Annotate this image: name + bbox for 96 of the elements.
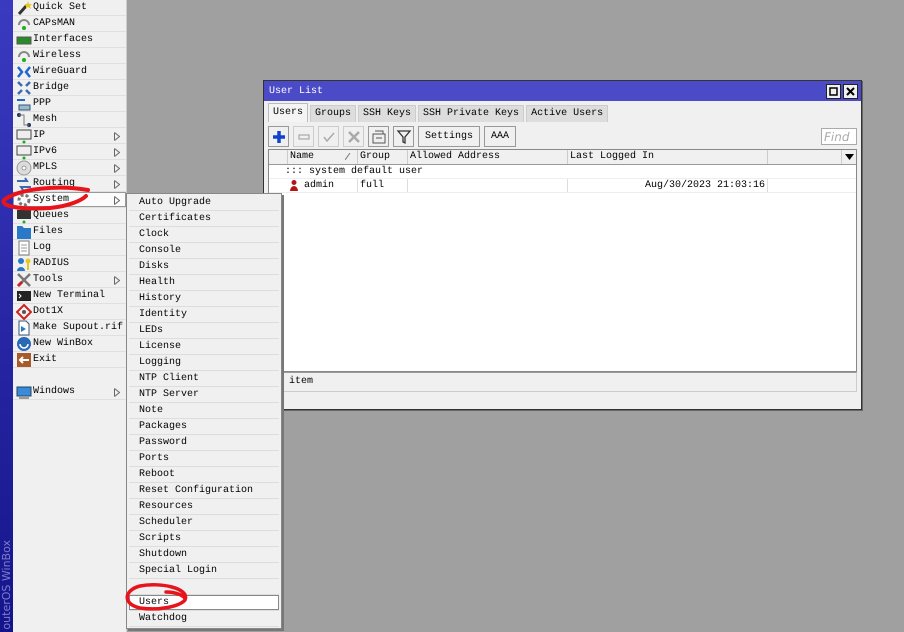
submenu-item[interactable]: Disks	[129, 259, 279, 275]
filter-button[interactable]	[393, 126, 414, 147]
maximize-icon	[829, 86, 838, 96]
menu-item[interactable]: New Terminal	[13, 288, 126, 304]
table-cell: Aug/30/2023 21:03:16	[644, 179, 765, 192]
toolbar-button[interactable]: Settings	[418, 126, 480, 147]
menu-item[interactable]: PPP	[13, 96, 126, 112]
wrench-icon	[16, 272, 32, 288]
find-field[interactable]: Find	[821, 128, 857, 145]
submenu-item[interactable]: Special Login	[129, 563, 279, 579]
menu-item[interactable]: Make Supout.rif	[13, 320, 126, 336]
diamond-icon	[16, 304, 32, 320]
submenu-item[interactable]: NTP Client	[129, 371, 279, 387]
submenu-item[interactable]: License	[129, 339, 279, 355]
close-button[interactable]	[843, 84, 858, 98]
tab[interactable]: SSH Private Keys	[418, 105, 524, 122]
menu-item[interactable]: CAPsMAN	[13, 16, 126, 32]
menu-item[interactable]: Tools	[13, 272, 126, 288]
wand-icon	[16, 0, 32, 16]
menu-item[interactable]: Queues	[13, 208, 126, 224]
menu-item[interactable]: Wireless	[13, 48, 126, 64]
submenu-item[interactable]: Reset Configuration	[129, 483, 279, 499]
submenu-item[interactable]: Health	[129, 275, 279, 291]
submenu-item[interactable]: Console	[129, 243, 279, 259]
column-header[interactable]: Group	[358, 150, 408, 164]
submenu-item[interactable]: Watchdog	[129, 611, 279, 627]
submenu-item[interactable]: Note	[129, 403, 279, 419]
disc-icon	[16, 160, 32, 176]
brand-label: outerOS WinBox	[0, 540, 13, 630]
folder-icon	[16, 224, 32, 240]
submenu-item[interactable]: Resources	[129, 499, 279, 515]
add-icon	[270, 128, 286, 144]
tab[interactable]: SSH Keys	[358, 105, 416, 122]
dropdown-caret-icon[interactable]	[844, 154, 854, 160]
submenu-item[interactable]: Auto Upgrade	[129, 195, 279, 211]
user-icon	[290, 180, 298, 191]
exit-icon	[16, 352, 32, 368]
comment-button[interactable]	[368, 126, 389, 147]
window-title: User List	[269, 86, 324, 96]
menu-item[interactable]: Dot1X	[13, 304, 126, 320]
tab[interactable]: Users	[268, 103, 308, 122]
column-header[interactable]: Allowed Address	[408, 150, 568, 164]
menu-item[interactable]: IP	[13, 128, 126, 144]
menu-item[interactable]: IPv6	[13, 144, 126, 160]
maximize-button[interactable]	[826, 84, 841, 98]
menu-item[interactable]: Mesh	[13, 112, 126, 128]
menu-item[interactable]: Bridge	[13, 80, 126, 96]
menu-item[interactable]: New WinBox	[13, 336, 126, 352]
window-icon	[16, 384, 32, 400]
menu-item[interactable]: Interfaces	[13, 32, 126, 48]
monitor-icon	[16, 144, 32, 160]
group-row-label: ::: system default user	[284, 165, 424, 178]
menu-item[interactable]: MPLS	[13, 160, 126, 176]
column-header[interactable]: Last Logged In	[568, 150, 768, 164]
submenu-item[interactable]: Logging	[129, 355, 279, 371]
menu-item[interactable]: Log	[13, 240, 126, 256]
tab[interactable]: Groups	[310, 105, 356, 122]
close-icon	[846, 86, 855, 96]
scribble-mark	[126, 583, 188, 611]
document-icon	[16, 320, 32, 336]
note-icon	[370, 128, 386, 144]
filter-icon	[396, 128, 412, 144]
menu-item[interactable]: Exit	[13, 352, 126, 368]
submenu-item[interactable]: Certificates	[129, 211, 279, 227]
monitor-icon	[16, 208, 32, 224]
submenu-item[interactable]: Users	[129, 595, 279, 611]
submenu-item[interactable]: Identity	[129, 307, 279, 323]
submenu-item[interactable]: History	[129, 291, 279, 307]
menu-item[interactable]: Files	[13, 224, 126, 240]
column-header[interactable]: Name	[288, 150, 358, 164]
menu-item[interactable]: Windows	[13, 384, 126, 400]
nodes-icon	[16, 112, 32, 128]
add-button[interactable]	[268, 126, 289, 147]
tab[interactable]: Active Users	[526, 105, 608, 122]
cross-icon	[346, 128, 362, 144]
toolbar-button[interactable]: AAA	[484, 126, 516, 147]
table-cell: admin	[304, 179, 334, 192]
submenu-item[interactable]: Clock	[129, 227, 279, 243]
menu-item[interactable]: RADIUS	[13, 256, 126, 272]
menu-item[interactable]: WireGuard	[13, 64, 126, 80]
submenu-item[interactable]: Ports	[129, 451, 279, 467]
table-row[interactable]: admin full Aug/30/2023 21:03:16	[269, 179, 856, 193]
submenu-item[interactable]: NTP Server	[129, 387, 279, 403]
submenu-item[interactable]: Password	[129, 435, 279, 451]
submenu-item[interactable]: Packages	[129, 419, 279, 435]
monitor-icon	[16, 128, 32, 144]
submenu-item[interactable]: LEDs	[129, 323, 279, 339]
submenu-item[interactable]: Scheduler	[129, 515, 279, 531]
submenu-item[interactable]: Reboot	[129, 467, 279, 483]
table-cell: full	[360, 179, 384, 192]
menu-item[interactable]: Quick Set	[13, 0, 126, 16]
gear-icon	[16, 192, 32, 208]
user-key-icon	[16, 256, 32, 272]
submenu-item[interactable]: Shutdown	[129, 547, 279, 563]
submenu-item[interactable]: Scripts	[129, 531, 279, 547]
document-icon	[16, 240, 32, 256]
